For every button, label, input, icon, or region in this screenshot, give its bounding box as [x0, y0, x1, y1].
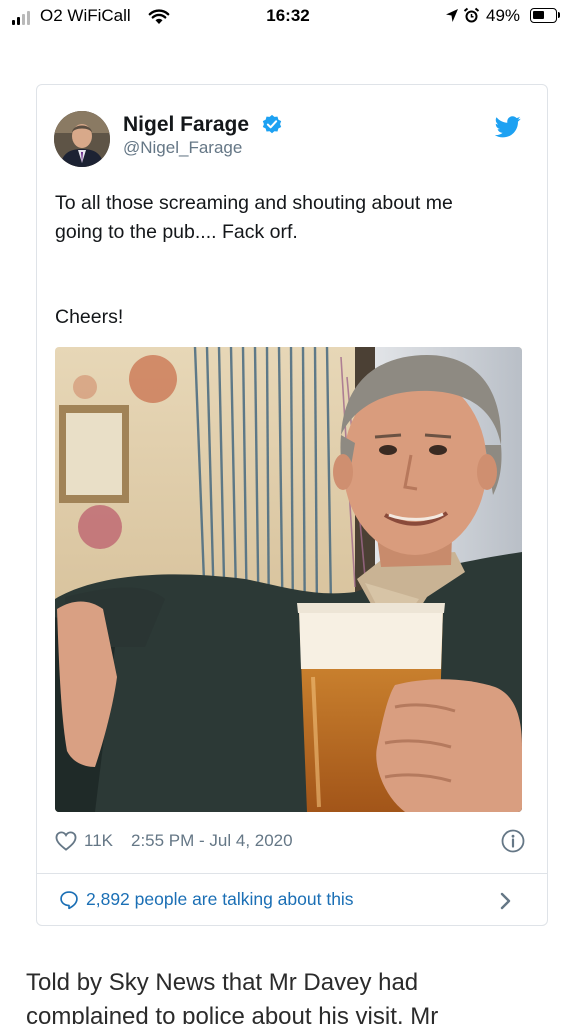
- alarm-icon: [463, 7, 480, 23]
- article-line-2: complained to police about his visit, Mr: [26, 1003, 439, 1024]
- tweet-photo[interactable]: [55, 347, 522, 812]
- talking-about-link[interactable]: 2,892 people are talking about this: [59, 889, 354, 910]
- battery-icon: [530, 8, 557, 23]
- battery-percentage: 49%: [486, 6, 521, 25]
- tweet-text-cheers: Cheers!: [55, 306, 124, 328]
- user-handle[interactable]: @Nigel_Farage: [123, 138, 242, 158]
- tweet-text: To all those screaming and shouting abou…: [55, 189, 525, 247]
- comment-icon: [60, 890, 78, 909]
- article-paragraph: Told by Sky News that Mr Davey had compl…: [26, 966, 566, 1024]
- avatar[interactable]: [54, 111, 110, 167]
- heart-icon[interactable]: [55, 831, 77, 851]
- tweet-text-line-1: To all those screaming and shouting abou…: [55, 192, 453, 214]
- info-icon[interactable]: [501, 829, 525, 853]
- tweet-meta-row: 11K 2:55 PM - Jul 4, 2020: [55, 827, 525, 855]
- location-arrow-icon: [446, 9, 458, 22]
- like-count[interactable]: 11K: [84, 831, 113, 851]
- verified-badge-icon: [262, 114, 282, 134]
- tweet-timestamp[interactable]: 2:55 PM - Jul 4, 2020: [131, 831, 293, 851]
- card-divider: [37, 873, 547, 874]
- chevron-right-icon[interactable]: [498, 890, 514, 912]
- display-name[interactable]: Nigel Farage: [123, 113, 249, 137]
- article-line-1: Told by Sky News that Mr Davey had: [26, 969, 419, 996]
- twitter-bird-icon[interactable]: [495, 116, 521, 138]
- tweet-text-line-2: going to the pub.... Fack orf.: [55, 221, 298, 243]
- status-bar: O2 WiFiCall 16:32 49%: [0, 0, 576, 34]
- tweet-embed[interactable]: Nigel Farage @Nigel_Farage To all those …: [36, 84, 548, 926]
- talking-about-text[interactable]: 2,892 people are talking about this: [86, 889, 354, 910]
